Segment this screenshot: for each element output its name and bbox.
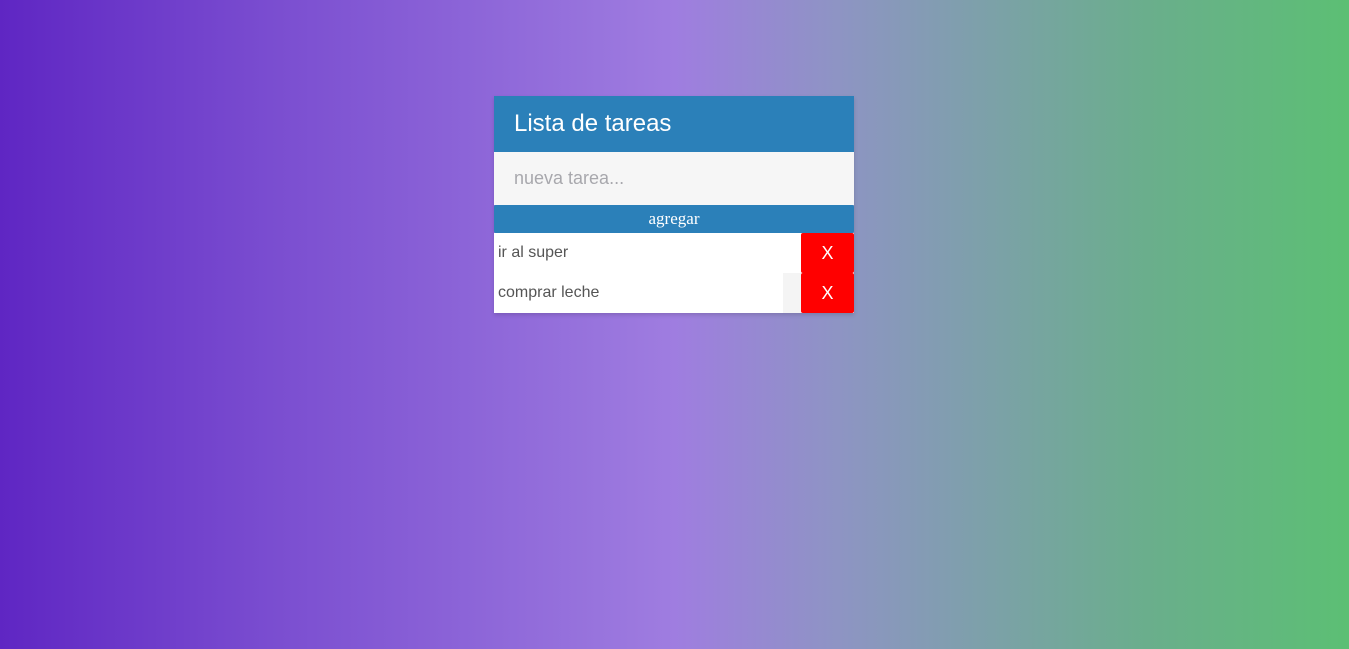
list-item: ir al super X — [494, 233, 854, 273]
app-title: Lista de tareas — [514, 110, 672, 137]
task-text: comprar leche — [498, 284, 600, 301]
todo-card: Lista de tareas agregar ir al super X co… — [494, 96, 854, 313]
todo-header: Lista de tareas — [494, 96, 854, 152]
delete-task-button[interactable]: X — [801, 233, 854, 273]
list-item: comprar leche X — [494, 273, 854, 313]
task-spacer — [783, 233, 801, 273]
delete-task-button[interactable]: X — [801, 273, 854, 313]
task-list: ir al super X comprar leche X — [494, 233, 854, 313]
task-text: ir al super — [498, 244, 569, 261]
task-spacer — [783, 273, 801, 313]
page-background: { "app": { "title": "Lista de tareas" },… — [0, 0, 1349, 649]
new-task-input[interactable] — [494, 152, 854, 205]
add-task-button[interactable]: agregar — [494, 205, 854, 233]
